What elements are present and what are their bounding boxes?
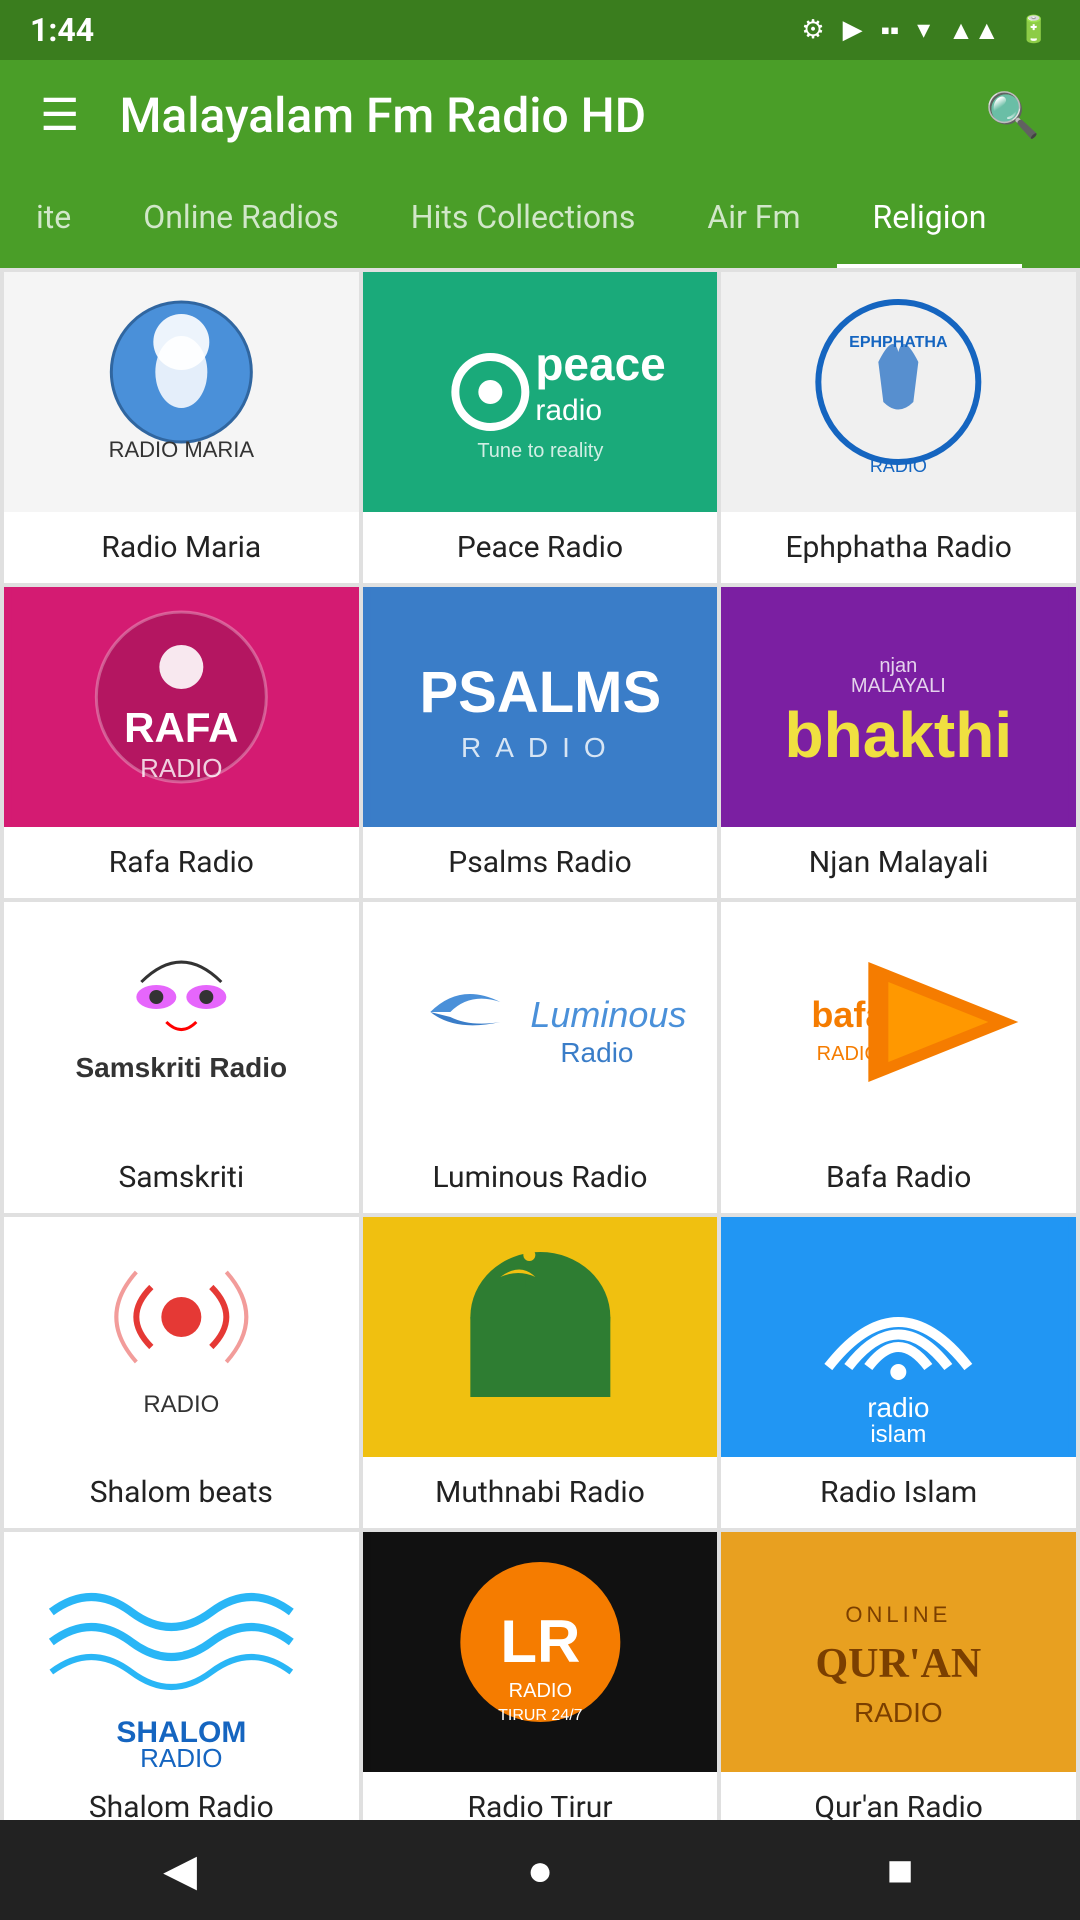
signal-icon: ▲▲	[948, 15, 999, 46]
card-image-bafa: bafa RADIO	[721, 902, 1076, 1142]
card-image-ephphatha: EPHPHATHA RADIO	[721, 272, 1076, 512]
card-samskriti[interactable]: Samskriti Radio Samskriti	[4, 902, 359, 1213]
svg-text:RADIO: RADIO	[140, 1743, 222, 1772]
tab-religion[interactable]: Religion	[837, 170, 1023, 268]
card-rafa-radio[interactable]: RAFA RADIO Rafa Radio	[4, 587, 359, 898]
card-shalom-beats[interactable]: RADIO Shalom beats	[4, 1217, 359, 1528]
card-label-ephphatha-radio: Ephphatha Radio	[721, 512, 1076, 583]
card-radio-maria[interactable]: RADIO MARIA Radio Maria	[4, 272, 359, 583]
svg-text:peace: peace	[535, 338, 665, 390]
svg-text:PSALMS: PSALMS	[419, 660, 661, 725]
svg-text:RADIO: RADIO	[870, 456, 927, 476]
card-image-shalom-beats: RADIO	[4, 1217, 359, 1457]
tab-hits-collections[interactable]: Hits Collections	[375, 170, 672, 268]
svg-text:Tune to reality: Tune to reality	[477, 440, 603, 462]
svg-text:ONLINE: ONLINE	[846, 1602, 952, 1627]
tab-air-fm[interactable]: Air Fm	[671, 170, 836, 268]
settings-icon: ⚙	[801, 15, 824, 45]
card-ephphatha-radio[interactable]: EPHPHATHA RADIO Ephphatha Radio	[721, 272, 1076, 583]
svg-text:radio: radio	[535, 394, 602, 427]
svg-text:RADIO MARIA: RADIO MARIA	[109, 437, 255, 462]
card-radio-tirur[interactable]: LR RADIO TIRUR 24/7 Radio Tirur	[363, 1532, 718, 1843]
card-luminous-radio[interactable]: Luminous Radio Luminous Radio	[363, 902, 718, 1213]
search-icon[interactable]: 🔍	[975, 79, 1050, 151]
card-radio-islam[interactable]: radio islam Radio Islam	[721, 1217, 1076, 1528]
svg-text:MALAYALI: MALAYALI	[851, 675, 946, 697]
svg-text:Luminous: Luminous	[530, 994, 686, 1035]
svg-text:Samskriti Radio: Samskriti Radio	[76, 1052, 288, 1083]
card-image-radio-maria: RADIO MARIA	[4, 272, 359, 512]
card-image-peace-radio: peace radio Tune to reality	[363, 272, 718, 512]
status-icons: ⚙ ▶ ▪▪ ▾ ▲▲ 🔋	[801, 15, 1050, 46]
top-bar: ☰ Malayalam Fm Radio HD 🔍	[0, 60, 1080, 170]
card-image-radio-islam: radio islam	[721, 1217, 1076, 1457]
wifi-icon: ▾	[917, 15, 930, 45]
svg-text:njan: njan	[880, 655, 918, 677]
card-image-luminous: Luminous Radio	[363, 902, 718, 1142]
play-icon: ▶	[843, 15, 863, 45]
home-button[interactable]: ●	[500, 1844, 580, 1896]
tab-favourite[interactable]: ite	[0, 170, 107, 268]
card-njan-malayali[interactable]: njan MALAYALI bhakthi Njan Malayali	[721, 587, 1076, 898]
card-image-quran-radio: ONLINE QUR'AN RADIO	[721, 1532, 1076, 1772]
bottom-navigation: ◀ ● ■	[0, 1820, 1080, 1920]
card-image-psalms: PSALMS RADIO	[363, 587, 718, 827]
card-image-samskriti: Samskriti Radio	[4, 902, 359, 1142]
card-shalom-radio[interactable]: SHALOM RADIO Shalom Radio	[4, 1532, 359, 1843]
card-image-shalom-radio: SHALOM RADIO	[4, 1532, 359, 1772]
status-time: 1:44	[30, 11, 94, 49]
card-label-peace-radio: Peace Radio	[363, 512, 718, 583]
svg-text:QUR'AN: QUR'AN	[816, 1641, 982, 1687]
recent-button[interactable]: ■	[860, 1844, 940, 1896]
svg-text:RADIO: RADIO	[140, 753, 222, 783]
svg-text:RADIO: RADIO	[854, 1697, 943, 1728]
status-bar: 1:44 ⚙ ▶ ▪▪ ▾ ▲▲ 🔋	[0, 0, 1080, 60]
tab-online-radios[interactable]: Online Radios	[107, 170, 375, 268]
svg-text:Radio: Radio	[560, 1037, 633, 1068]
card-quran-radio[interactable]: ONLINE QUR'AN RADIO Qur'an Radio	[721, 1532, 1076, 1843]
card-label-radio-islam: Radio Islam	[721, 1457, 1076, 1528]
card-peace-radio[interactable]: peace radio Tune to reality Peace Radio	[363, 272, 718, 583]
card-image-njan: njan MALAYALI bhakthi	[721, 587, 1076, 827]
svg-text:islam: islam	[871, 1421, 927, 1448]
card-image-muthnabi	[363, 1217, 718, 1457]
card-image-radio-tirur: LR RADIO TIRUR 24/7	[363, 1532, 718, 1772]
card-label-radio-maria: Radio Maria	[4, 512, 359, 583]
card-label-muthnabi-radio: Muthnabi Radio	[363, 1457, 718, 1528]
svg-text:bafa: bafa	[812, 994, 887, 1035]
card-label-luminous-radio: Luminous Radio	[363, 1142, 718, 1213]
battery-icon: 🔋	[1018, 15, 1050, 45]
card-muthnabi-radio[interactable]: Muthnabi Radio	[363, 1217, 718, 1528]
svg-text:RADIO: RADIO	[143, 1391, 219, 1418]
tabs-container: ite Online Radios Hits Collections Air F…	[0, 170, 1080, 268]
svg-text:RADIO: RADIO	[461, 732, 620, 763]
svg-text:RAFA: RAFA	[124, 704, 238, 751]
card-label-samskriti: Samskriti	[4, 1142, 359, 1213]
svg-text:radio: radio	[868, 1392, 930, 1423]
svg-text:RADIO: RADIO	[508, 1680, 571, 1702]
hamburger-menu-icon[interactable]: ☰	[30, 79, 89, 151]
svg-text:TIRUR 24/7: TIRUR 24/7	[498, 1707, 583, 1724]
radio-grid: RADIO MARIA Radio Maria peace radio Tune…	[0, 268, 1080, 1847]
card-bafa-radio[interactable]: bafa RADIO Bafa Radio	[721, 902, 1076, 1213]
card-image-rafa: RAFA RADIO	[4, 587, 359, 827]
card-label-rafa-radio: Rafa Radio	[4, 827, 359, 898]
svg-text:bhakthi: bhakthi	[785, 699, 1013, 771]
card-psalms-radio[interactable]: PSALMS RADIO Psalms Radio	[363, 587, 718, 898]
svg-text:LR: LR	[500, 1608, 580, 1675]
svg-text:RADIO: RADIO	[817, 1043, 880, 1065]
card-label-bafa-radio: Bafa Radio	[721, 1142, 1076, 1213]
svg-text:EPHPHATHA: EPHPHATHA	[849, 334, 948, 351]
card-label-njan-malayali: Njan Malayali	[721, 827, 1076, 898]
back-button[interactable]: ◀	[140, 1844, 220, 1896]
card-label-psalms-radio: Psalms Radio	[363, 827, 718, 898]
card-label-shalom-beats: Shalom beats	[4, 1457, 359, 1528]
sd-icon: ▪▪	[881, 15, 899, 46]
app-title: Malayalam Fm Radio HD	[119, 87, 945, 144]
